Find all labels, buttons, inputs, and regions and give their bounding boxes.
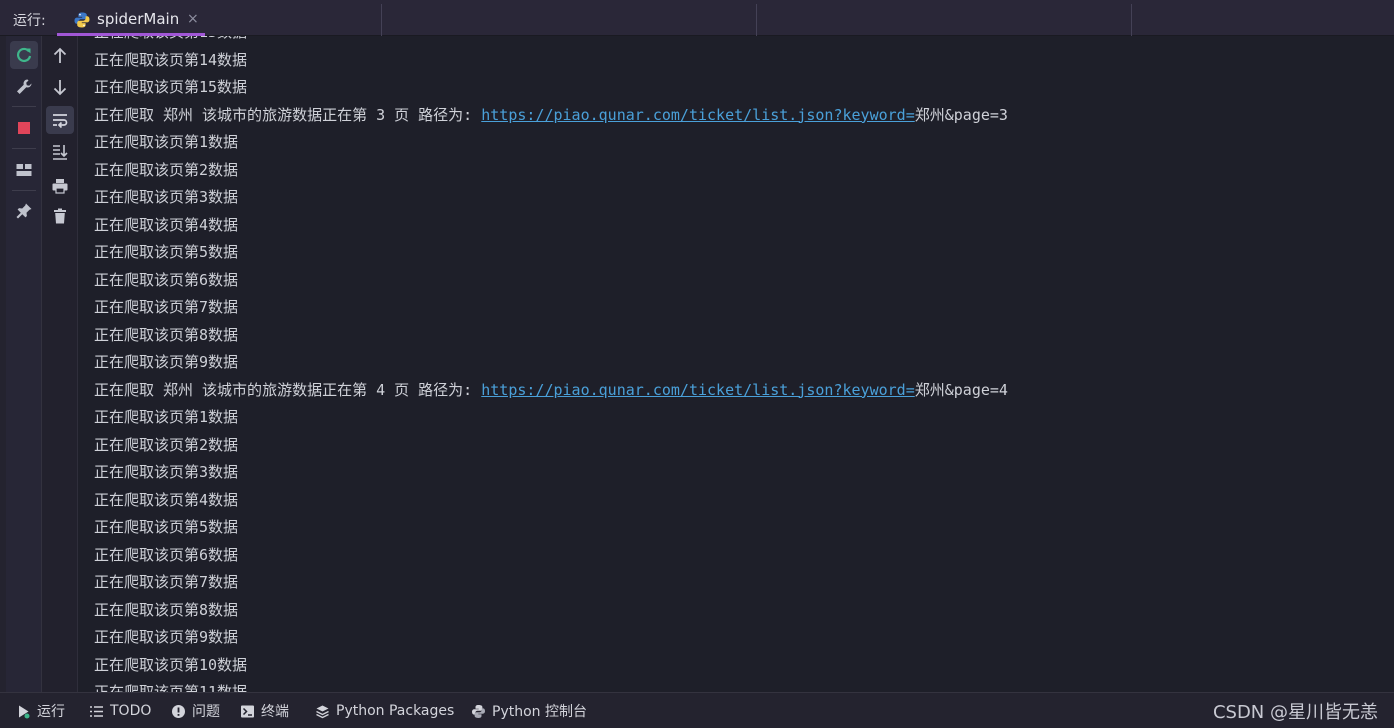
layout-icon xyxy=(16,164,32,176)
tab-separator xyxy=(756,4,757,36)
python-console-icon xyxy=(472,704,485,718)
printer-icon xyxy=(52,179,68,194)
tool-window-terminal-label: 终端 xyxy=(261,704,289,720)
arrow-down-icon xyxy=(53,80,67,96)
python-file-icon xyxy=(73,11,91,29)
soft-wrap-button[interactable] xyxy=(46,106,74,134)
console-line: 正在爬取该页第1数据 xyxy=(94,133,239,151)
run-tab-bar: 运行: spiderMain × xyxy=(0,0,1394,36)
console-line: 正在爬取该页第7数据 xyxy=(94,573,239,591)
info-icon xyxy=(172,704,185,718)
pin-icon xyxy=(16,203,32,219)
tool-window-python-console-label: Python 控制台 xyxy=(492,704,587,720)
console-line-text: 正在爬取 郑州 该城市的旅游数据正在第 4 页 路径为: xyxy=(94,380,482,399)
tab-separator xyxy=(1131,4,1132,36)
watermark: CSDN @星川皆无恙 xyxy=(1212,702,1378,723)
console-line: 正在爬取该页第4数据 xyxy=(94,490,239,509)
scroll-down-button[interactable] xyxy=(46,73,74,101)
console-url-link[interactable]: https://piao.qunar.com/ticket/list.json?… xyxy=(481,381,914,399)
run-toolbar-primary xyxy=(6,36,42,692)
tab-spidermain[interactable]: spiderMain × xyxy=(57,0,205,36)
console-line: 正在爬取该页第13数据 xyxy=(94,36,1008,47)
console-output[interactable]: 正在爬取该页第13数据正在爬取该页第14数据正在爬取该页第15数据正在爬取 郑州… xyxy=(79,36,1394,692)
print-button[interactable] xyxy=(46,172,74,200)
tool-window-todo-label: TODO xyxy=(110,703,152,719)
rerun-icon xyxy=(17,47,32,63)
run-play-icon xyxy=(19,705,30,718)
layers-icon xyxy=(316,705,329,718)
tool-window-terminal[interactable]: 终端 xyxy=(240,702,289,720)
console-line: 正在爬取该页第8数据 xyxy=(94,600,239,619)
console-line: 正在爬取该页第11数据 xyxy=(94,683,248,692)
console-line: 正在爬取该页第7数据 xyxy=(94,298,239,316)
console-line: 正在爬取该页第3数据 xyxy=(94,463,239,481)
layout-button[interactable] xyxy=(10,156,38,184)
console-line: 正在爬取该页第8数据 xyxy=(94,325,239,344)
list-icon xyxy=(90,705,103,717)
toolbar-separator xyxy=(12,148,36,149)
console-lines: 正在爬取该页第13数据正在爬取该页第14数据正在爬取该页第15数据正在爬取 郑州… xyxy=(94,36,1008,692)
console-line: 正在爬取该页第9数据 xyxy=(94,353,239,371)
console-line-text: 郑州&page=4 xyxy=(914,380,1008,399)
trash-icon xyxy=(54,208,66,224)
toolbar-separator xyxy=(12,190,36,191)
pin-tab-button[interactable] xyxy=(10,197,38,225)
scroll-up-button[interactable] xyxy=(46,42,74,70)
console-line: 正在爬取该页第5数据 xyxy=(94,243,239,261)
console-line: 正在爬取该页第5数据 xyxy=(94,518,239,536)
tool-window-run[interactable]: 运行 xyxy=(16,702,65,720)
console-line: 正在爬取该页第1数据 xyxy=(94,408,239,426)
console-line: 正在爬取该页第9数据 xyxy=(94,628,239,646)
console-line: 正在爬取该页第10数据 xyxy=(94,655,248,674)
terminal-icon xyxy=(241,705,254,717)
tab-separator xyxy=(381,4,382,36)
console-line: 正在爬取该页第6数据 xyxy=(94,270,239,289)
console-line: 正在爬取该页第2数据 xyxy=(94,160,239,179)
console-line: 正在爬取该页第6数据 xyxy=(94,545,239,564)
rerun-button[interactable] xyxy=(10,41,38,69)
tool-window-problems-label: 问题 xyxy=(192,704,220,720)
stop-icon xyxy=(18,122,30,134)
tool-window-run-label: 运行 xyxy=(37,704,65,720)
console-line: 正在爬取该页第14数据 xyxy=(94,50,248,69)
console-line: 正在爬取该页第4数据 xyxy=(94,215,239,234)
run-panel-label: 运行: xyxy=(13,13,46,29)
console-line: 正在爬取该页第15数据 xyxy=(94,78,248,96)
console-url-link[interactable]: https://piao.qunar.com/ticket/list.json?… xyxy=(481,106,914,124)
tool-window-python-console[interactable]: Python 控制台 xyxy=(471,702,587,720)
run-toolbar-secondary xyxy=(42,36,78,692)
close-icon[interactable]: × xyxy=(187,11,199,27)
scroll-to-end-icon xyxy=(53,145,68,160)
stop-button[interactable] xyxy=(10,114,38,142)
tool-window-python-packages[interactable]: Python Packages xyxy=(315,702,454,720)
console-line: 正在爬取 郑州 该城市的旅游数据正在第 3 页 路径为: https://pia… xyxy=(94,102,1008,130)
console-line: 正在爬取该页第2数据 xyxy=(94,435,239,454)
scroll-to-end-button[interactable] xyxy=(46,138,74,166)
console-line-text: 郑州&page=3 xyxy=(914,105,1008,124)
tab-title: spiderMain xyxy=(97,10,180,28)
clear-all-button[interactable] xyxy=(46,202,74,230)
tool-window-problems[interactable]: 问题 xyxy=(171,702,220,720)
soft-wrap-icon xyxy=(53,114,68,129)
tool-window-todo[interactable]: TODO xyxy=(89,702,151,720)
console-line-text: 正在爬取 郑州 该城市的旅游数据正在第 3 页 路径为: xyxy=(94,105,482,124)
tool-window-python-packages-label: Python Packages xyxy=(336,703,455,719)
console-line: 正在爬取 郑州 该城市的旅游数据正在第 4 页 路径为: https://pia… xyxy=(94,377,1008,405)
console-line: 正在爬取该页第3数据 xyxy=(94,188,239,206)
arrow-up-icon xyxy=(53,47,67,63)
bottom-tool-window-bar: 运行 TODO 问题 终端 Python Packages Python 控制台… xyxy=(0,692,1394,728)
toolbar-separator xyxy=(12,106,36,107)
wrench-icon xyxy=(17,79,32,94)
modify-run-config-button[interactable] xyxy=(10,73,38,101)
